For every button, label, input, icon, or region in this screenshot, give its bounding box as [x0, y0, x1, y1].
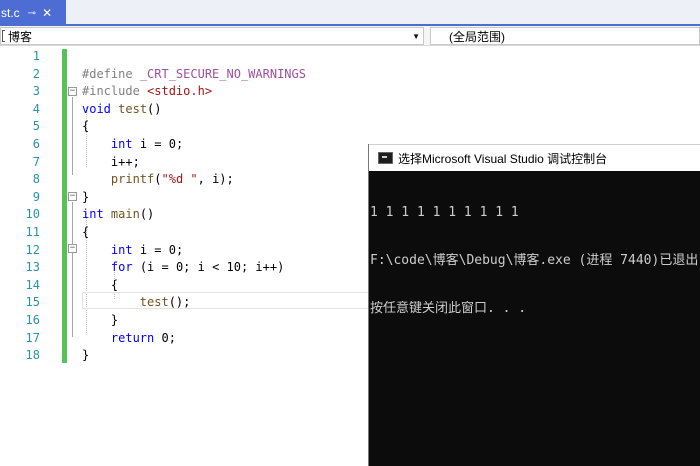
- chevron-down-icon[interactable]: ▼: [412, 32, 420, 41]
- line-number: 2: [32, 66, 40, 81]
- console-output-line: 1 1 1 1 1 1 1 1 1 1: [370, 205, 519, 220]
- debug-console-window[interactable]: 选择Microsoft Visual Studio 调试控制台 1 1 1 1 …: [368, 144, 700, 466]
- pin-icon[interactable]: ⊸: [28, 8, 36, 19]
- navigation-bar: 博客 ▼ (全局范围): [0, 26, 700, 46]
- line-number: 9: [32, 189, 40, 204]
- line-number: 13: [25, 260, 40, 275]
- project-icon: [2, 30, 5, 42]
- line-number: 15: [25, 295, 40, 310]
- console-title-bar[interactable]: 选择Microsoft Visual Studio 调试控制台: [369, 144, 700, 171]
- line-number: 4: [32, 101, 40, 116]
- line-number: 10: [25, 207, 40, 222]
- project-label: 博客: [8, 29, 33, 44]
- tab-title: st.c: [1, 6, 20, 20]
- line-number: 1: [32, 49, 40, 63]
- close-icon[interactable]: ✕: [42, 6, 52, 20]
- console-output-line: F:\code\博客\Debug\博客.exe (进程 7440)已退出: [370, 253, 699, 268]
- console-output[interactable]: 1 1 1 1 1 1 1 1 1 1 F:\code\博客\Debug\博客.…: [369, 173, 700, 349]
- line-number: 5: [32, 119, 40, 134]
- line-number: 7: [32, 154, 40, 169]
- line-number: 18: [25, 348, 40, 363]
- line-number: 3: [32, 84, 40, 99]
- scope-dropdown[interactable]: (全局范围): [430, 27, 700, 45]
- line-number: 14: [25, 277, 40, 292]
- console-output-line: 按任意键关闭此窗口. . .: [370, 301, 527, 316]
- line-number: 16: [25, 313, 40, 327]
- line-number: 12: [25, 242, 40, 257]
- console-title: 选择Microsoft Visual Studio 调试控制台: [398, 151, 608, 166]
- tab-current-file[interactable]: st.c ⊸ ✕: [0, 0, 66, 26]
- line-number: 8: [32, 172, 40, 187]
- console-app-icon: [378, 152, 393, 164]
- scope-label: (全局范围): [449, 29, 505, 44]
- line-number: 11: [25, 225, 40, 239]
- project-dropdown[interactable]: 博客 ▼: [0, 27, 424, 45]
- document-tab-strip: st.c ⊸ ✕: [0, 0, 700, 26]
- line-number: 6: [32, 137, 40, 151]
- line-number: 17: [25, 330, 40, 345]
